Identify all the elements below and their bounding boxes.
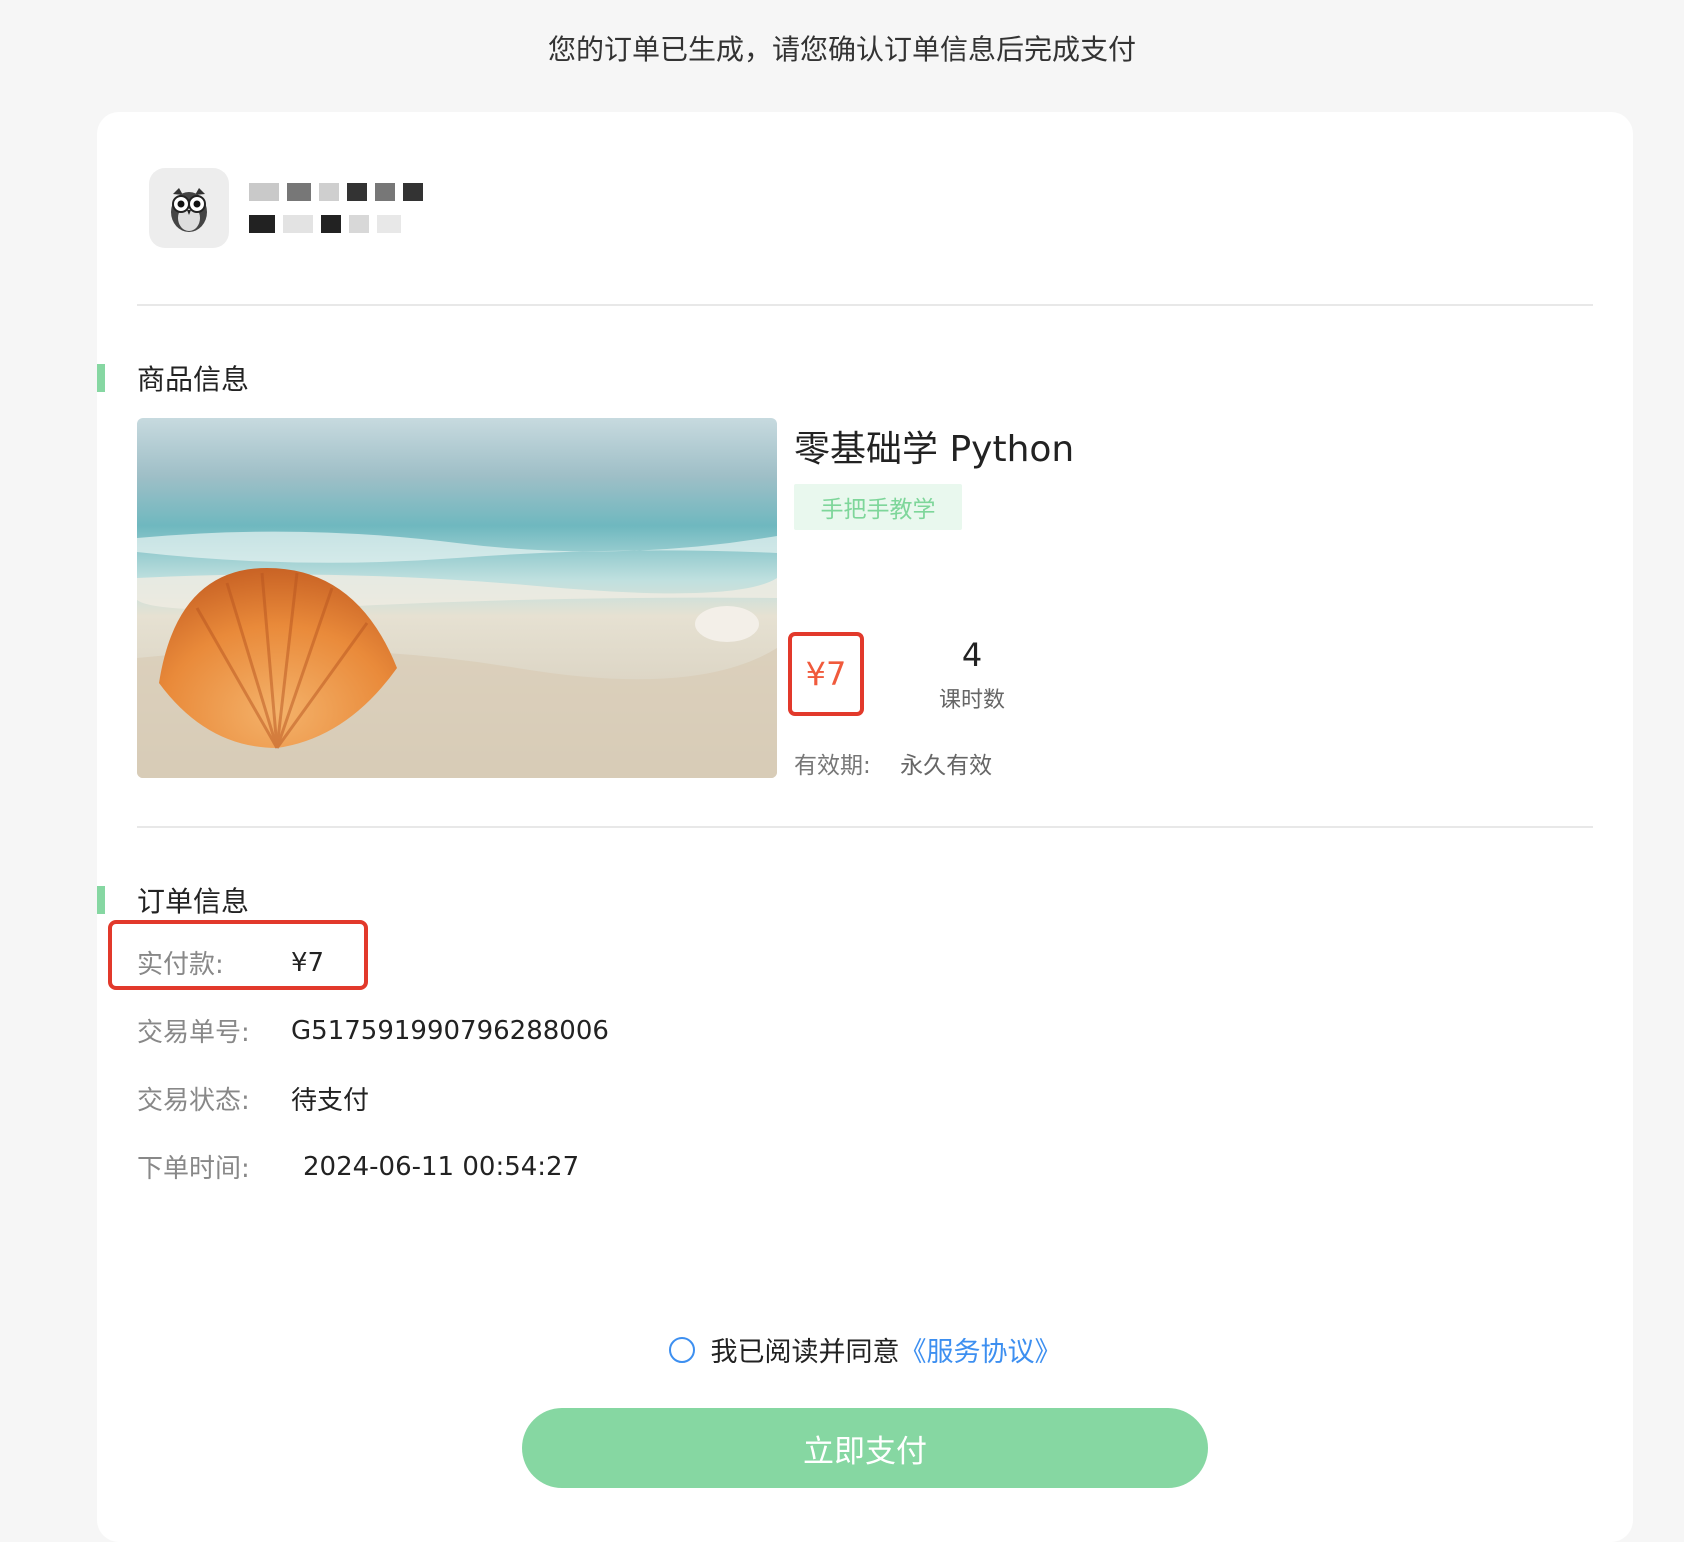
- owl-icon: [149, 168, 229, 248]
- validity-label: 有效期:: [794, 753, 871, 779]
- order-section-title: 订单信息: [97, 880, 249, 920]
- agree-radio[interactable]: [668, 1336, 695, 1363]
- trade-no-label: 交易单号:: [137, 1018, 250, 1048]
- order-notice: 您的订单已生成，请您确认订单信息后完成支付: [547, 33, 1136, 66]
- order-time-label: 下单时间:: [137, 1154, 250, 1184]
- section-accent-bar: [97, 364, 105, 392]
- section-accent-bar: [97, 886, 105, 914]
- lesson-count-label: 课时数: [938, 688, 1005, 713]
- trade-no-row: 交易单号: G517591990796288006: [137, 1012, 609, 1049]
- agreement-text: 我已阅读并同意: [710, 1337, 900, 1368]
- divider: [137, 826, 1593, 828]
- paid-row: 实付款: ¥7: [137, 944, 324, 981]
- status-row: 交易状态: 待支付: [137, 1080, 369, 1117]
- validity-value: 永久有效: [900, 753, 993, 779]
- pay-now-button[interactable]: 立即支付: [522, 1408, 1208, 1488]
- seashell-beach-image: [137, 418, 777, 778]
- agreement-row: 我已阅读并同意 《服务协议》: [97, 1330, 1633, 1369]
- service-agreement-link[interactable]: 《服务协议》: [900, 1330, 1062, 1369]
- product-tag: 手把手教学: [794, 484, 962, 530]
- order-card: 商品信息 零基础学 Python 手把手教学 ¥7 4 课时数 有效期: 永久有…: [97, 112, 1633, 1542]
- status-value: 待支付: [291, 1086, 370, 1116]
- product-section-title: 商品信息: [97, 358, 249, 398]
- product-title: 零基础学 Python: [794, 429, 1075, 470]
- paid-value: ¥7: [291, 947, 325, 978]
- shop-name-blurred: [249, 168, 423, 248]
- product-price: ¥7: [788, 632, 864, 716]
- validity: 有效期: 永久有效: [794, 746, 992, 780]
- divider: [137, 304, 1593, 306]
- shop-row: [149, 168, 423, 248]
- paid-label: 实付款:: [137, 950, 224, 980]
- order-time-value: 2024-06-11 00:54:27: [303, 1151, 580, 1182]
- trade-no-value: G517591990796288006: [291, 1015, 609, 1046]
- order-time-row: 下单时间: 2024-06-11 00:54:27: [137, 1148, 579, 1185]
- lesson-count-value: 4: [961, 636, 983, 674]
- lesson-count: 4 课时数: [917, 636, 1027, 714]
- status-label: 交易状态:: [137, 1086, 250, 1116]
